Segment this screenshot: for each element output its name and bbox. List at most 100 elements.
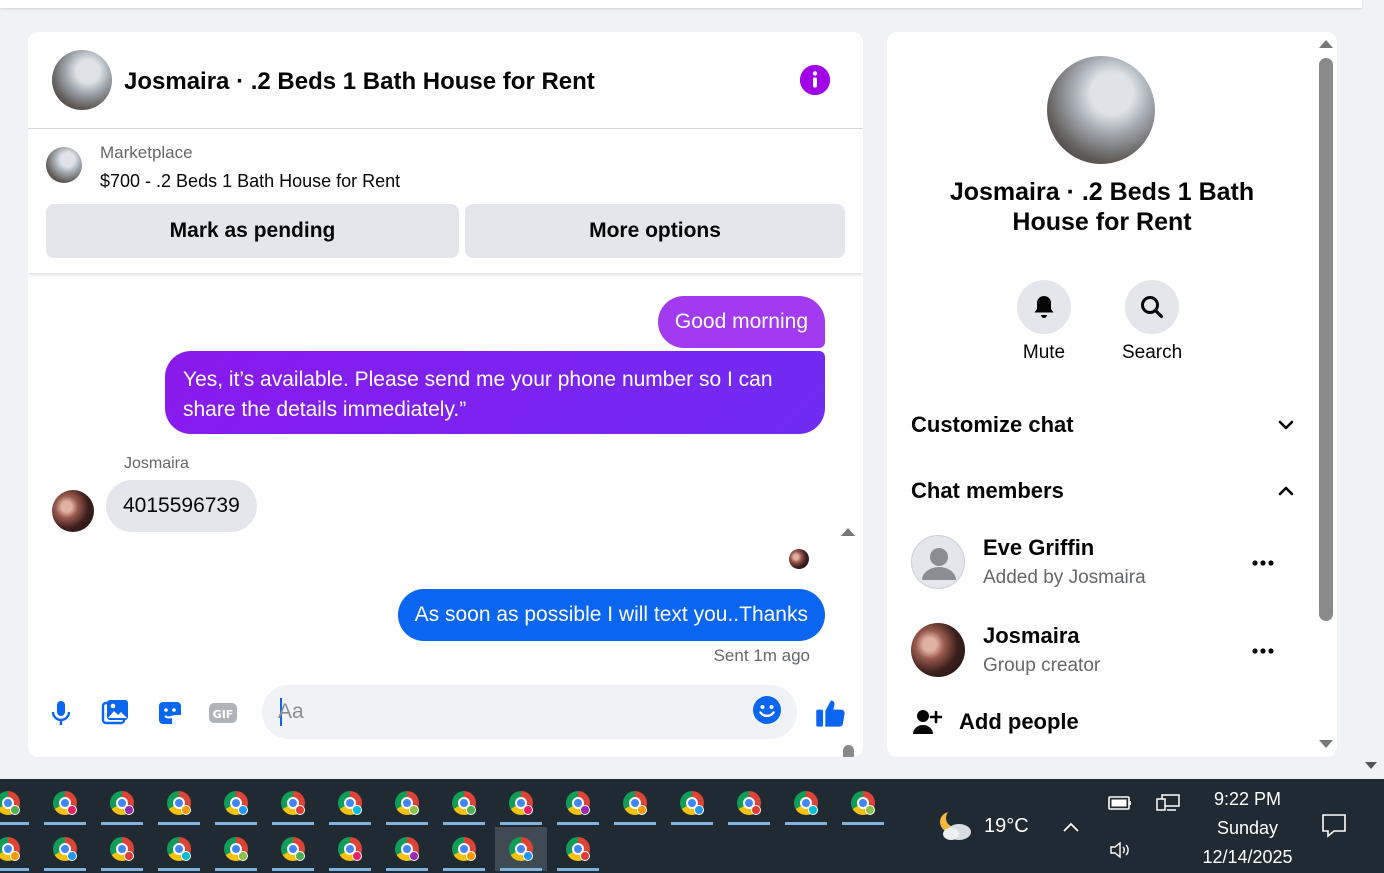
profile-badge-icon: [10, 851, 20, 861]
taskbar-chrome-window-button[interactable]: [495, 827, 547, 871]
message-outgoing[interactable]: As soon as possible I will text you..Tha…: [397, 589, 825, 641]
open-window-indicator: [386, 822, 428, 825]
sender-avatar[interactable]: [52, 490, 94, 532]
microphone-icon[interactable]: [46, 698, 76, 728]
photo-icon[interactable]: [100, 697, 130, 727]
taskbar-chrome-window-button[interactable]: [96, 781, 148, 825]
scroll-up-arrow[interactable]: [841, 528, 855, 536]
search-in-conversation-button[interactable]: Search: [1122, 280, 1182, 364]
message-incoming[interactable]: 4015596739: [106, 480, 257, 532]
gif-icon[interactable]: GIF: [208, 698, 238, 728]
chat-title[interactable]: Josmaira · .2 Beds 1 Bath House for Rent: [124, 68, 595, 96]
add-people-label: Add people: [959, 709, 1079, 734]
taskbar-chrome-window-button[interactable]: [552, 827, 604, 871]
taskbar-chrome-window-button[interactable]: [324, 781, 376, 825]
message-list[interactable]: Good morning Yes, it’s available. Please…: [28, 277, 863, 757]
more-icon[interactable]: [1249, 637, 1277, 665]
open-window-indicator: [671, 822, 713, 825]
emoji-icon[interactable]: [752, 695, 782, 725]
system-clock[interactable]: 9:22 PM Sunday 12/14/2025: [1190, 785, 1305, 872]
taskbar-chrome-window-button[interactable]: [780, 781, 832, 825]
scroll-up-arrow[interactable]: [1319, 40, 1333, 48]
notification-center-icon[interactable]: [1320, 811, 1348, 839]
open-window-indicator: [272, 822, 314, 825]
customize-chat-section[interactable]: Customize chat: [911, 405, 1296, 445]
add-people-button[interactable]: Add people: [911, 704, 1079, 740]
taskbar-chrome-window-button[interactable]: [324, 827, 376, 871]
open-window-indicator: [500, 822, 542, 825]
taskbar-chrome-window-button[interactable]: [381, 781, 433, 825]
taskbar-chrome-window-button[interactable]: [210, 781, 262, 825]
taskbar-chrome-window-button[interactable]: [210, 827, 262, 871]
more-icon[interactable]: [1249, 549, 1277, 577]
profile-badge-icon: [352, 851, 362, 861]
open-window-indicator: [44, 822, 86, 825]
mute-circle[interactable]: [1017, 280, 1071, 334]
taskbar-chrome-window-button[interactable]: [267, 827, 319, 871]
message-outgoing[interactable]: Yes, it’s available. Please send me your…: [165, 351, 825, 434]
network-icon[interactable]: [1155, 791, 1181, 815]
show-hidden-icons-chevron[interactable]: [1061, 817, 1081, 837]
taskbar-chrome-window-button[interactable]: [153, 781, 205, 825]
taskbar-chrome-window-button[interactable]: [723, 781, 775, 825]
taskbar-chrome-window-button[interactable]: [267, 781, 319, 825]
page-scroll-down-arrow[interactable]: [1365, 762, 1377, 769]
weather-widget[interactable]: 19°C: [936, 809, 1029, 843]
chat-header: Josmaira · .2 Beds 1 Bath House for Rent: [28, 32, 863, 129]
mark-as-pending-button[interactable]: Mark as pending: [46, 204, 459, 258]
profile-badge-icon: [751, 805, 761, 815]
open-window-indicator: [101, 822, 143, 825]
taskbar-chrome-window-button[interactable]: [39, 781, 91, 825]
message-outgoing[interactable]: Good morning: [657, 296, 825, 348]
search-circle[interactable]: [1125, 280, 1179, 334]
taskbar-chrome-window-button[interactable]: [0, 781, 34, 825]
member-row[interactable]: Josmaira Group creator: [911, 623, 1296, 683]
clock-time: 9:22 PM: [1213, 789, 1282, 809]
chat-avatar[interactable]: [52, 50, 112, 110]
open-window-indicator: [0, 868, 29, 871]
taskbar-chrome-window-button[interactable]: [495, 781, 547, 825]
more-options-button[interactable]: More options: [465, 204, 845, 258]
taskbar-chrome-window-button[interactable]: [438, 781, 490, 825]
default-avatar-icon: [911, 535, 965, 589]
taskbar-chrome-window-button[interactable]: [837, 781, 889, 825]
taskbar-chrome-window-button[interactable]: [438, 827, 490, 871]
conversation-avatar[interactable]: [1047, 56, 1155, 164]
taskbar-chrome-window-button[interactable]: [96, 827, 148, 871]
member-row[interactable]: Eve Griffin Added by Josmaira: [911, 535, 1296, 595]
taskbar-chrome-window-button[interactable]: [666, 781, 718, 825]
message-input[interactable]: [278, 685, 738, 739]
taskbar-chrome-window-button[interactable]: [381, 827, 433, 871]
profile-badge-icon: [637, 805, 647, 815]
chat-members-section[interactable]: Chat members: [911, 471, 1296, 511]
scrollbar-thumb[interactable]: [843, 745, 854, 757]
sticker-icon[interactable]: [155, 698, 185, 728]
thumbs-up-icon[interactable]: [814, 696, 848, 730]
mute-button[interactable]: Mute: [1014, 280, 1074, 364]
svg-text:GIF: GIF: [213, 708, 234, 721]
taskbar-chrome-window-button[interactable]: [0, 827, 34, 871]
listing-title[interactable]: $700 - .2 Beds 1 Bath House for Rent: [100, 171, 400, 192]
mute-label: Mute: [1022, 342, 1066, 363]
scrollbar-thumb[interactable]: [1319, 58, 1333, 621]
info-icon[interactable]: [800, 65, 830, 95]
taskbar-chrome-window-button[interactable]: [153, 827, 205, 871]
listing-thumbnail[interactable]: [46, 147, 82, 183]
battery-icon[interactable]: [1107, 791, 1133, 815]
profile-badge-icon: [523, 805, 533, 815]
taskbar-chrome-window-button[interactable]: [552, 781, 604, 825]
volume-icon[interactable]: [1107, 838, 1133, 862]
profile-badge-icon: [865, 805, 875, 815]
customize-chat-label: Customize chat: [911, 412, 1074, 437]
message-input-box[interactable]: [262, 685, 797, 739]
conversation-name: Josmaira · .2 Beds 1 Bath House for Rent: [949, 178, 1255, 236]
taskbar-chrome-window-button[interactable]: [39, 827, 91, 871]
scroll-down-arrow[interactable]: [1319, 740, 1333, 748]
taskbar-chrome-window-button[interactable]: [609, 781, 661, 825]
search-label: Search: [1122, 342, 1183, 363]
search-icon: [1141, 296, 1164, 319]
chevron-down-icon: [1278, 420, 1294, 430]
open-window-indicator: [44, 868, 86, 871]
profile-badge-icon: [295, 851, 305, 861]
profile-badge-icon: [238, 805, 248, 815]
